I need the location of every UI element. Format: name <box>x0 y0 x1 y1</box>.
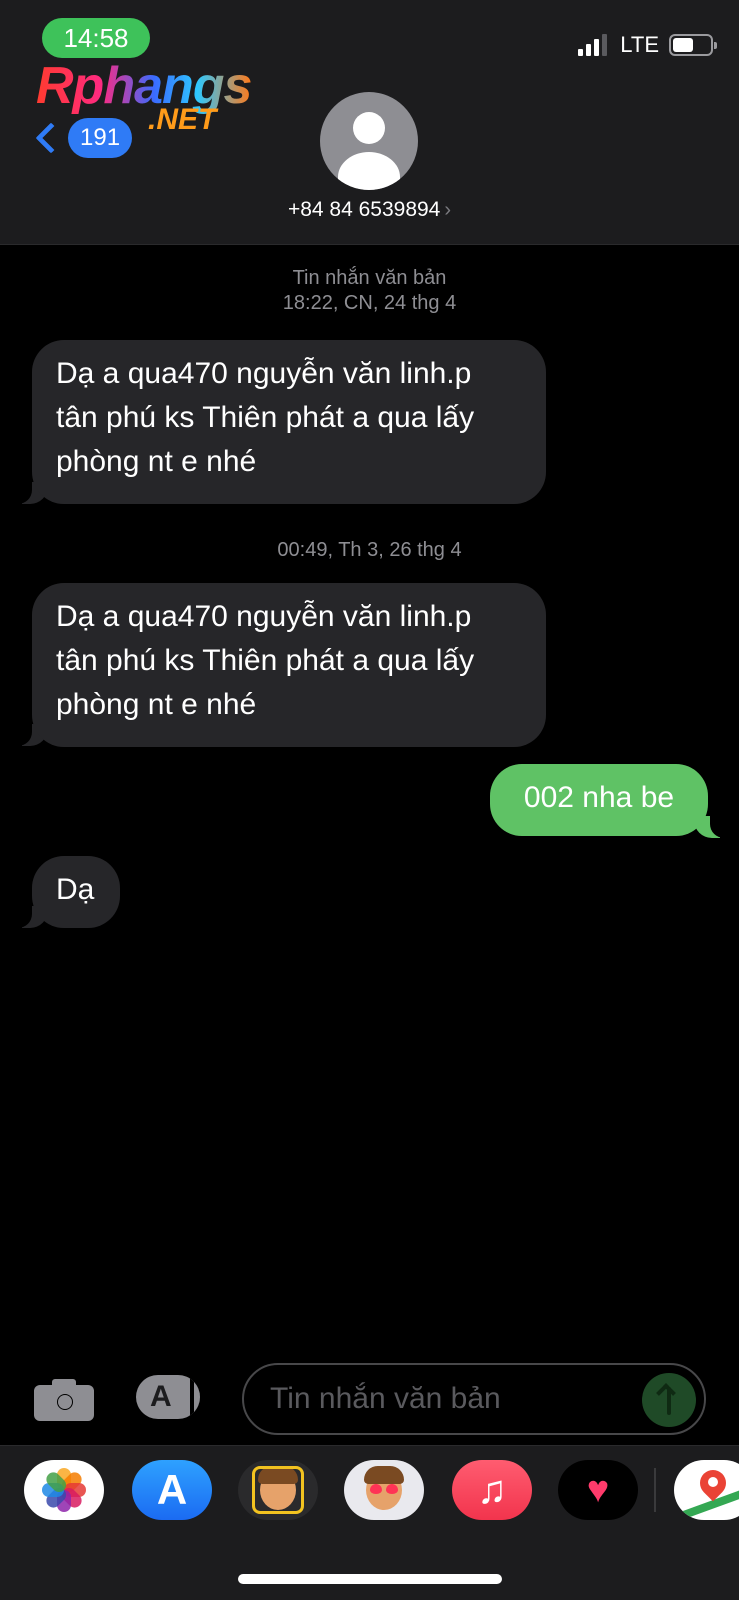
contact-number: +84 84 6539894 <box>287 198 441 221</box>
battery-level <box>673 38 693 52</box>
conversation-header: 14:58 LTE Rphangs .NET 191 +84 84 653989… <box>0 0 739 245</box>
chevron-right-icon: › <box>444 199 452 221</box>
signal-bar <box>594 39 600 56</box>
home-indicator[interactable] <box>238 1574 502 1584</box>
photos-app-icon[interactable] <box>24 1460 104 1520</box>
message-text: Dạ <box>56 873 95 906</box>
music-app-icon[interactable]: ♫ <box>452 1460 532 1520</box>
watermark-main: Rphangs <box>36 57 252 115</box>
signal-bar <box>586 44 592 56</box>
app-store-app-icon[interactable]: A <box>132 1460 212 1520</box>
message-text: 002 nha be <box>523 781 675 814</box>
incoming-message-bubble[interactable]: Dạ <box>32 856 120 928</box>
memoji-stickers-app-icon[interactable] <box>344 1460 424 1520</box>
compose-bar: A Tin nhắn văn bản <box>0 1355 739 1435</box>
chevron-left-icon <box>35 122 67 154</box>
signal-icon <box>578 34 610 56</box>
timestamp-text: 18:22, CN, 24 thg 4 <box>282 292 457 314</box>
contact-avatar[interactable] <box>320 92 418 190</box>
maps-app-icon[interactable] <box>674 1460 739 1520</box>
drawer-divider <box>654 1468 656 1512</box>
message-line: tân phú ks Thiên phát a qua lấy <box>56 644 475 677</box>
send-button[interactable] <box>642 1373 696 1427</box>
memoji-app-icon[interactable] <box>238 1460 318 1520</box>
message-line: phòng nt e nhé <box>56 445 257 478</box>
message-line: phòng nt e nhé <box>56 688 257 721</box>
signal-bar <box>578 49 584 56</box>
outgoing-message-bubble[interactable]: 002 nha be <box>490 764 708 836</box>
contact-name-button[interactable]: +84 84 6539894 › <box>0 198 739 222</box>
service-label: Tin nhắn văn bản <box>292 267 447 289</box>
arrow-up-icon <box>656 1383 676 1403</box>
message-input-placeholder: Tin nhắn văn bản <box>270 1382 501 1415</box>
network-type: LTE <box>620 32 659 57</box>
unread-count-badge: 191 <box>68 118 133 158</box>
back-button[interactable]: 191 <box>32 118 133 158</box>
message-line: Dạ a qua470 nguyễn văn linh.p <box>56 600 472 633</box>
battery-icon <box>669 34 717 56</box>
timestamp-text: 00:49, Th 3, 26 thg 4 <box>277 539 462 561</box>
digital-touch-app-icon[interactable]: ♥ <box>558 1460 638 1520</box>
status-time: 14:58 <box>42 18 150 58</box>
camera-icon[interactable] <box>34 1377 94 1421</box>
incoming-message-bubble[interactable]: Dạ a qua470 nguyễn văn linh.p tân phú ks… <box>32 340 546 504</box>
messages-screen: 14:58 LTE Rphangs .NET 191 +84 84 653989… <box>0 0 739 1600</box>
message-line: Dạ a qua470 nguyễn văn linh.p <box>56 357 472 390</box>
message-line: tân phú ks Thiên phát a qua lấy <box>56 401 475 434</box>
message-timestamp: Tin nhắn văn bản 18:22, CN, 24 thg 4 <box>0 266 739 316</box>
person-icon <box>353 112 385 144</box>
signal-bar <box>602 34 608 56</box>
incoming-message-bubble[interactable]: Dạ a qua470 nguyễn văn linh.p tân phú ks… <box>32 583 546 747</box>
app-store-icon[interactable]: A <box>136 1375 200 1419</box>
status-indicators: LTE <box>578 32 717 58</box>
message-input[interactable]: Tin nhắn văn bản <box>242 1363 706 1435</box>
watermark-sub: .NET <box>148 103 217 136</box>
message-timestamp: 00:49, Th 3, 26 thg 4 <box>0 538 739 563</box>
